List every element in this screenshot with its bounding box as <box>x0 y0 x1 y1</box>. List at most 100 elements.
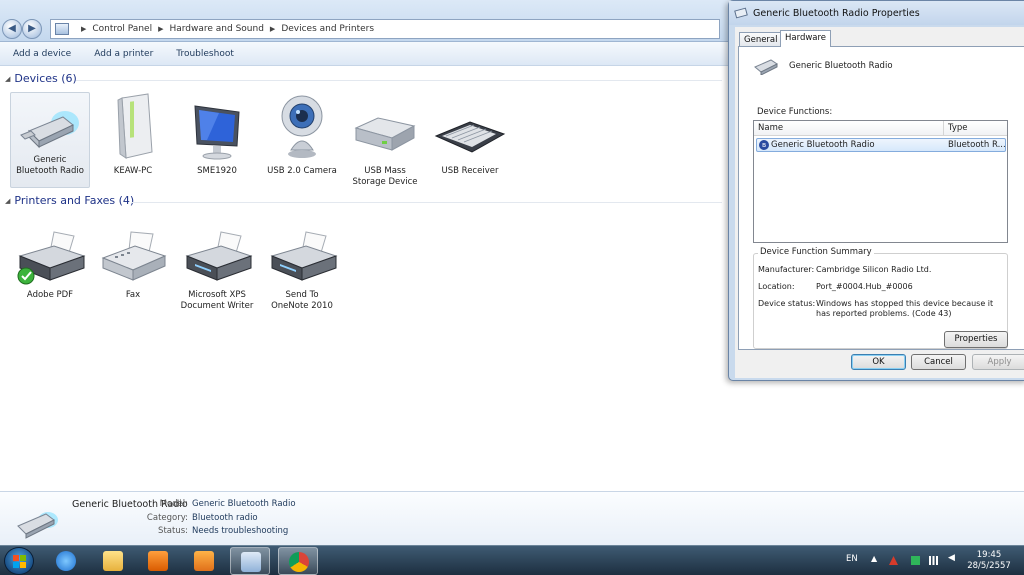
office-icon <box>194 551 214 571</box>
device-item-sme1920[interactable]: SME1920 <box>177 92 257 177</box>
network-icon[interactable] <box>929 556 938 565</box>
column-header-name[interactable]: Name <box>758 123 783 133</box>
dialog-titlebar[interactable]: Generic Bluetooth Radio Properties <box>729 1 1024 25</box>
taskbar-media-player[interactable] <box>138 547 178 575</box>
chevron-right-icon[interactable]: ▶ <box>270 25 275 33</box>
clock-date: 28/5/2557 <box>967 561 1011 571</box>
printer-label-line1: Adobe PDF <box>26 290 74 300</box>
details-category-row: Category: Bluetooth radio <box>108 513 258 523</box>
manufacturer-label: Manufacturer: <box>758 265 815 274</box>
chevron-right-icon[interactable]: ▶ <box>81 25 86 33</box>
device-item-usb-receiver[interactable]: USB Receiver <box>430 92 510 177</box>
forward-button[interactable]: ▶ <box>22 19 42 39</box>
manufacturer-value: Cambridge Silicon Radio Ltd. <box>816 265 932 274</box>
taskbar: EN ▲ ◀ 19:45 28/5/2557 <box>0 545 1024 575</box>
monitor-icon <box>194 105 240 160</box>
location-value: Port_#0004.Hub_#0006 <box>816 282 913 291</box>
details-model-label: Model: <box>159 499 188 509</box>
list-item[interactable]: ʙ Generic Bluetooth Radio Bluetooth R... <box>756 138 1006 152</box>
properties-dialog: Generic Bluetooth Radio Properties Gener… <box>728 0 1024 381</box>
printer-label-line1: Fax <box>125 290 141 300</box>
function-name: Generic Bluetooth Radio <box>771 140 875 150</box>
details-status-row: Status: Needs troubleshooting <box>108 526 288 536</box>
start-button[interactable] <box>4 547 34 575</box>
show-hidden-icons-icon[interactable]: ▲ <box>871 554 880 563</box>
collapse-arrow-icon[interactable]: ◢ <box>5 75 10 83</box>
printer-item-send-to-onenote[interactable]: Send To OneNote 2010 <box>262 228 342 312</box>
language-indicator[interactable]: EN <box>846 554 858 564</box>
taskbar-devices-and-printers[interactable] <box>230 547 270 575</box>
desktop-computer-icon <box>117 93 153 159</box>
device-label-line1: USB 2.0 Camera <box>267 166 337 176</box>
printer-item-microsoft-xps[interactable]: Microsoft XPS Document Writer <box>177 228 257 312</box>
details-status-value: Needs troubleshooting <box>192 526 289 536</box>
printer-icon <box>270 231 338 281</box>
printer-item-adobe-pdf[interactable]: Adobe PDF <box>10 228 90 301</box>
printer-label-line1: Microsoft XPS <box>188 290 246 300</box>
taskbar-internet-explorer[interactable] <box>46 547 86 575</box>
webcam-icon <box>281 95 323 158</box>
printer-label-line2: OneNote 2010 <box>271 301 333 311</box>
printer-icon <box>185 231 253 281</box>
device-item-usb-camera[interactable]: USB 2.0 Camera <box>262 92 342 177</box>
fax-icon <box>101 231 167 281</box>
media-player-icon <box>148 551 168 571</box>
back-button[interactable]: ◀ <box>2 19 22 39</box>
breadcrumb-hardware-and-sound[interactable]: Hardware and Sound <box>169 24 263 34</box>
breadcrumb-devices-and-printers[interactable]: Devices and Printers <box>281 24 374 34</box>
device-item-usb-mass-storage[interactable]: USB Mass Storage Device <box>345 92 425 188</box>
column-header-type[interactable]: Type <box>948 123 968 133</box>
clock[interactable]: 19:45 28/5/2557 <box>966 550 1012 572</box>
add-device-button[interactable]: Add a device <box>13 49 71 59</box>
printer-item-fax[interactable]: Fax <box>93 228 173 301</box>
hardware-device-name: Generic Bluetooth Radio <box>789 61 893 71</box>
details-pane: Generic Bluetooth Radio Model: Generic Bl… <box>0 491 1024 545</box>
printer-label-line2: Document Writer <box>180 301 254 311</box>
taskbar-explorer[interactable] <box>93 547 133 575</box>
device-item-bluetooth-radio[interactable]: Generic Bluetooth Radio <box>10 92 90 188</box>
cancel-button[interactable]: Cancel <box>911 354 966 370</box>
printers-group-title: Printers and Faxes (4) <box>14 194 135 207</box>
breadcrumb[interactable]: ▶ Control Panel ▶ Hardware and Sound ▶ D… <box>50 19 720 39</box>
device-item-keaw-pc[interactable]: KEAW-PC <box>93 92 173 177</box>
breadcrumb-control-panel[interactable]: Control Panel <box>92 24 152 34</box>
chrome-icon <box>289 552 309 572</box>
external-drive-icon <box>354 117 416 151</box>
tab-hardware[interactable]: Hardware <box>780 30 832 47</box>
bluetooth-icon: ʙ <box>759 140 769 150</box>
details-status-label: Status: <box>158 526 188 536</box>
device-label-line1: SME1920 <box>197 166 237 176</box>
control-panel-icon <box>55 23 69 35</box>
device-label-line2: Bluetooth Radio <box>16 166 84 176</box>
windows-logo-icon <box>20 555 26 561</box>
device-label-line1: USB Receiver <box>441 166 499 176</box>
chevron-right-icon[interactable]: ▶ <box>158 25 163 33</box>
device-functions-list[interactable]: Name Type ʙ Generic Bluetooth Radio Blue… <box>753 120 1008 243</box>
taskbar-chrome[interactable] <box>278 547 318 575</box>
device-label-line1: Generic <box>33 155 67 165</box>
device-label-line1: KEAW-PC <box>113 166 153 176</box>
tray-app-icon[interactable] <box>889 556 898 565</box>
location-label: Location: <box>758 282 795 291</box>
add-printer-button[interactable]: Add a printer <box>94 49 153 59</box>
taskbar-office[interactable] <box>184 547 224 575</box>
column-divider[interactable] <box>943 121 944 136</box>
device-status-label: Device status: <box>758 299 816 308</box>
volume-icon[interactable]: ◀ <box>948 553 957 563</box>
device-functions-label: Device Functions: <box>757 107 833 117</box>
tab-general[interactable]: General <box>739 32 783 46</box>
hardware-tab-panel: Generic Bluetooth Radio Device Functions… <box>738 46 1024 350</box>
usb-dongle-icon <box>734 7 748 19</box>
internet-explorer-icon <box>56 551 76 571</box>
properties-button[interactable]: Properties <box>944 331 1008 348</box>
ok-button[interactable]: OK <box>851 354 906 370</box>
details-model-row: Model: Generic Bluetooth Radio <box>108 499 296 509</box>
collapse-arrow-icon[interactable]: ◢ <box>5 197 10 205</box>
clock-time: 19:45 <box>976 550 1002 560</box>
printers-group-header[interactable]: ◢ Printers and Faxes (4) <box>5 194 134 207</box>
usb-dongle-icon <box>17 512 58 539</box>
tray-app-icon[interactable] <box>911 556 920 565</box>
devices-group-header[interactable]: ◢ Devices (6) <box>5 72 77 85</box>
apply-button[interactable]: Apply <box>972 354 1024 370</box>
troubleshoot-button[interactable]: Troubleshoot <box>176 49 234 59</box>
